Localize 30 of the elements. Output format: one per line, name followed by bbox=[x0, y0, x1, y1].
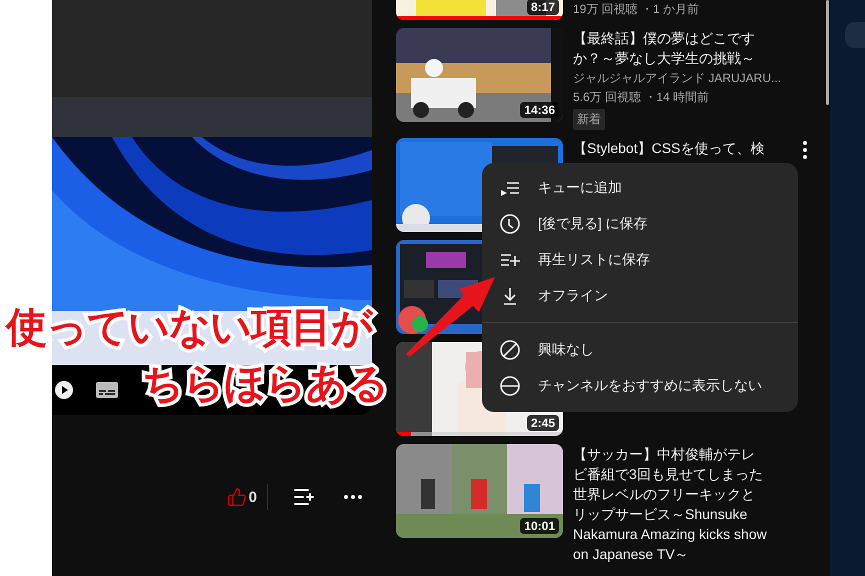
menu-item[interactable]: オフライン bbox=[482, 278, 798, 314]
video-duration: 2:45 bbox=[526, 415, 559, 431]
annotation-text: 使っていない項目が bbox=[6, 303, 372, 352]
minus-circle-icon bbox=[498, 374, 522, 398]
more-icon bbox=[344, 495, 362, 499]
annotation-text: ちらほらある bbox=[142, 359, 388, 408]
video-title[interactable]: 【最終話】僕の夢はどこですか？～夢なし大学生の挑戦～ bbox=[573, 28, 767, 68]
more-button[interactable] bbox=[342, 493, 364, 501]
video-meta: 5.6万 回視聴 ・14 時間前 bbox=[573, 89, 710, 106]
channel-name[interactable]: ジャルジャルアイランド JARUJARU... bbox=[573, 70, 783, 87]
clock-icon bbox=[498, 212, 522, 236]
thumbs-up-icon bbox=[226, 487, 247, 507]
new-badge: 新着 bbox=[573, 109, 605, 130]
menu-item[interactable]: チャンネルをおすすめに表示しない bbox=[482, 368, 798, 404]
subtitles-icon[interactable] bbox=[96, 382, 118, 398]
like-count: 0 bbox=[248, 488, 258, 506]
menu-item[interactable]: [後で見る] に保存 bbox=[482, 206, 798, 242]
menu-item[interactable]: 再生リストに保存 bbox=[482, 242, 798, 278]
video-duration: 8:17 bbox=[526, 0, 559, 15]
ban-icon bbox=[498, 338, 522, 362]
menu-item[interactable]: 興味なし bbox=[482, 332, 798, 368]
video-meta: 19万 回視聴 ・1 か月前 bbox=[573, 1, 700, 18]
scrollbar[interactable] bbox=[826, 0, 829, 105]
play-icon[interactable] bbox=[54, 380, 74, 400]
kebab-icon bbox=[803, 141, 807, 159]
video-duration: 10:01 bbox=[520, 518, 559, 534]
video-title[interactable]: 【サッカー】中村俊輔がテレビ番組で3回も見せてしまった世界レベルのフリーキックとリップサービス～Shunsuke Nakamura Amazing kicks show on Japanese TV～ bbox=[573, 444, 767, 564]
video-title[interactable]: 【Stylebot】CSSを使って、検 bbox=[573, 138, 767, 158]
menu-item[interactable]: キューに追加 bbox=[482, 170, 798, 206]
video-duration: 14:36 bbox=[520, 102, 559, 118]
